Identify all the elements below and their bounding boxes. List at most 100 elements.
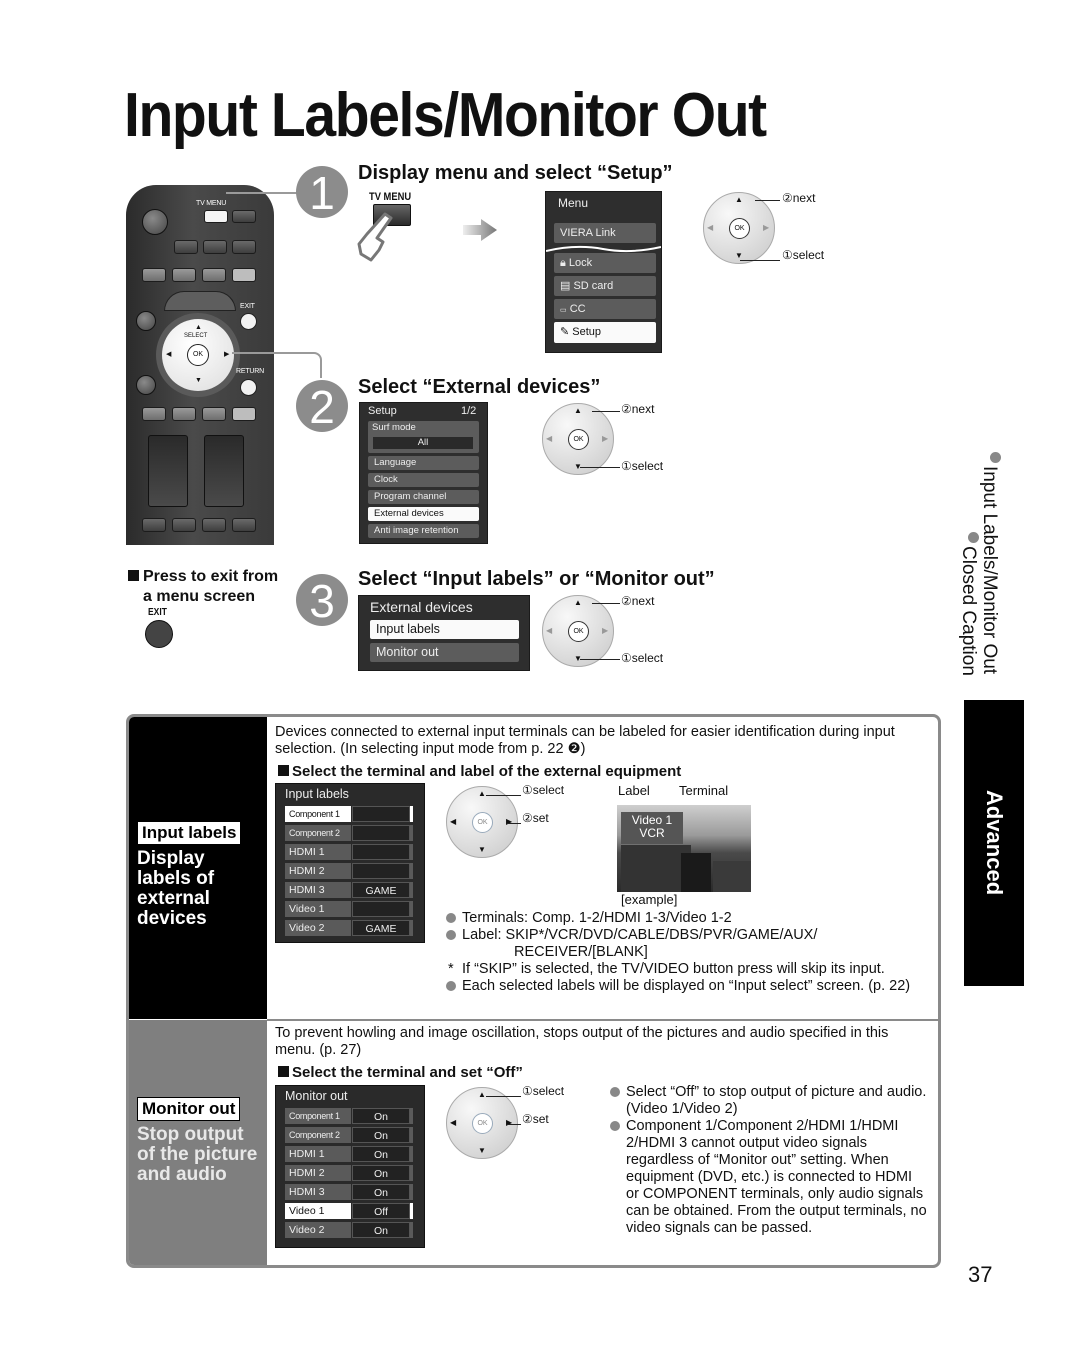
table-row[interactable]: Video 1 Off <box>285 1203 413 1219</box>
remote-button <box>202 518 226 532</box>
terminal-name: Video 1 <box>285 901 351 917</box>
subheading-text: Select the terminal and label of the ext… <box>292 763 682 780</box>
volume-rocker <box>148 435 188 507</box>
terminal-name: Video 2 <box>285 920 351 936</box>
remote-button <box>172 407 196 421</box>
row-end <box>410 806 413 822</box>
input-labels-subheading: Select the terminal and label of the ext… <box>278 763 681 780</box>
step-2-heading: Select “External devices” <box>358 376 601 398</box>
label-value: GAME <box>352 882 410 898</box>
terminal-name: HDMI 2 <box>285 1165 351 1181</box>
menu-item-monitor-out[interactable]: Monitor out <box>370 643 519 662</box>
table-row[interactable]: HDMI 2 On <box>285 1165 413 1181</box>
table-row[interactable]: Component 1 On <box>285 1108 413 1124</box>
side-index-item[interactable]: Closed Caption <box>957 546 979 676</box>
table-row[interactable]: Component 2 On <box>285 1127 413 1143</box>
table-row[interactable]: HDMI 3 On <box>285 1184 413 1200</box>
channel-rocker <box>204 435 244 507</box>
menu-item-anti-image-retention[interactable]: Anti image retention <box>368 524 479 538</box>
table-row[interactable]: HDMI 1 On <box>285 1146 413 1162</box>
menu-item-viera-link[interactable]: VIERA Link <box>554 223 656 243</box>
example-caption: [example] <box>621 892 678 907</box>
cc-icon: ▭ <box>560 307 567 314</box>
exit-button <box>145 620 173 648</box>
dpad-diagram: ▲ ◀ ▶ ▼ OK <box>446 786 518 858</box>
note-text: Select “Off” to stop output of picture a… <box>626 1084 927 1117</box>
square-bullet-icon <box>278 1066 289 1077</box>
terminal-name: HDMI 2 <box>285 863 351 879</box>
monitor-out-table: Monitor out Component 1 On Component 2 On … <box>275 1085 425 1248</box>
select-dpad: ▲ ▼ ◀ ▶ SELECT OK <box>156 313 240 397</box>
menu-item-lock[interactable]: 🔒︎ Lock <box>554 253 656 273</box>
menu-item-cc[interactable]: ▭ CC <box>554 299 656 319</box>
monitor-out-sidebar: Monitor out Stop output of the picture a… <box>129 1020 267 1265</box>
section-tab-advanced[interactable]: Advanced <box>964 700 1024 986</box>
side-index-item[interactable]: Input Labels/Monitor Out <box>978 466 1000 674</box>
up-arrow-icon: ▲ <box>195 324 202 331</box>
remote-button <box>142 268 166 282</box>
remote-button <box>172 268 196 282</box>
menu-item-language[interactable]: Language <box>368 456 479 470</box>
down-arrow-icon: ▼ <box>735 251 743 260</box>
input-labels-badge: Input labels <box>137 821 242 845</box>
sd-card-icon: ▤ <box>560 280 571 292</box>
note-item: Component 1/Component 2/HDMI 1/HDMI 2/HD… <box>610 1118 928 1237</box>
output-value: Off <box>352 1203 410 1219</box>
right-arrow-icon: ▶ <box>763 223 770 232</box>
menu-item-sd-card[interactable]: ▤ SD card <box>554 276 656 296</box>
step-number-2: 2 <box>296 380 348 433</box>
left-arrow-icon: ◀ <box>707 223 714 232</box>
table-row[interactable]: Video 2 On <box>285 1222 413 1238</box>
connector-line <box>226 192 306 209</box>
label-value <box>352 825 410 841</box>
up-arrow-icon: ▲ <box>574 598 582 607</box>
exit-label: EXIT <box>240 303 255 310</box>
callout-select: ①select <box>522 1084 565 1098</box>
step-number-3: 3 <box>296 574 348 627</box>
subheading-text: Select the terminal and set “Off” <box>292 1064 523 1081</box>
menu-item-input-labels[interactable]: Input labels <box>370 620 519 639</box>
channel-rocker <box>164 291 236 311</box>
surf-mode-value: All <box>373 437 473 449</box>
exit-button <box>240 313 257 330</box>
osd-setup-menu: Setup 1/2 Surf mode All Language Clock P… <box>359 402 488 544</box>
table-row[interactable]: HDMI 2 <box>285 863 413 879</box>
ok-button: OK <box>472 1113 493 1134</box>
table-row[interactable]: HDMI 3 GAME <box>285 882 413 898</box>
label-value <box>352 844 410 860</box>
callout-set: ②set <box>522 811 549 825</box>
table-row[interactable]: Video 1 <box>285 901 413 917</box>
step-number-1: 1 <box>296 166 348 219</box>
note-item: Each selected labels will be displayed o… <box>446 978 926 995</box>
table-row[interactable]: Component 2 <box>285 825 413 841</box>
callout-next: ②next <box>621 402 655 416</box>
feature-panel: Input labels Display labels of external … <box>126 714 941 1268</box>
terminal-name: Component 1 <box>285 1108 351 1124</box>
menu-item-setup[interactable]: ✎ Setup <box>554 322 656 343</box>
table-title: Monitor out <box>285 1089 348 1103</box>
note-item: RECEIVER/[BLANK] <box>446 944 926 961</box>
step-1-heading: Display menu and select “Setup” <box>358 162 673 184</box>
output-value: On <box>352 1184 410 1200</box>
table-row[interactable]: Video 2 GAME <box>285 920 413 936</box>
remote-button <box>232 240 256 254</box>
table-row[interactable]: HDMI 1 <box>285 844 413 860</box>
bullet-dot-icon <box>446 930 456 940</box>
remote-button <box>232 268 256 282</box>
row-end <box>410 863 413 879</box>
callout-select: ①select <box>782 248 825 262</box>
table-row[interactable]: Component 1 <box>285 806 413 822</box>
row-end <box>410 901 413 917</box>
menu-item-external-devices[interactable]: External devices <box>368 507 479 521</box>
connector-line <box>232 352 322 378</box>
menu-item-label: Lock <box>568 257 593 269</box>
menu-item-program-channel[interactable]: Program channel <box>368 490 479 504</box>
menu-item-surf-mode[interactable]: Surf mode All <box>368 421 479 453</box>
menu-item-label: Setup <box>572 326 602 338</box>
left-arrow-icon: ◀ <box>166 351 172 358</box>
terminal-name: Component 2 <box>285 1127 351 1143</box>
ok-button: OK <box>187 344 209 366</box>
menu-title: Setup <box>368 405 397 417</box>
menu-item-clock[interactable]: Clock <box>368 473 479 487</box>
input-labels-notes: Terminals: Comp. 1-2/HDMI 1-3/Video 1-2 … <box>446 910 926 995</box>
